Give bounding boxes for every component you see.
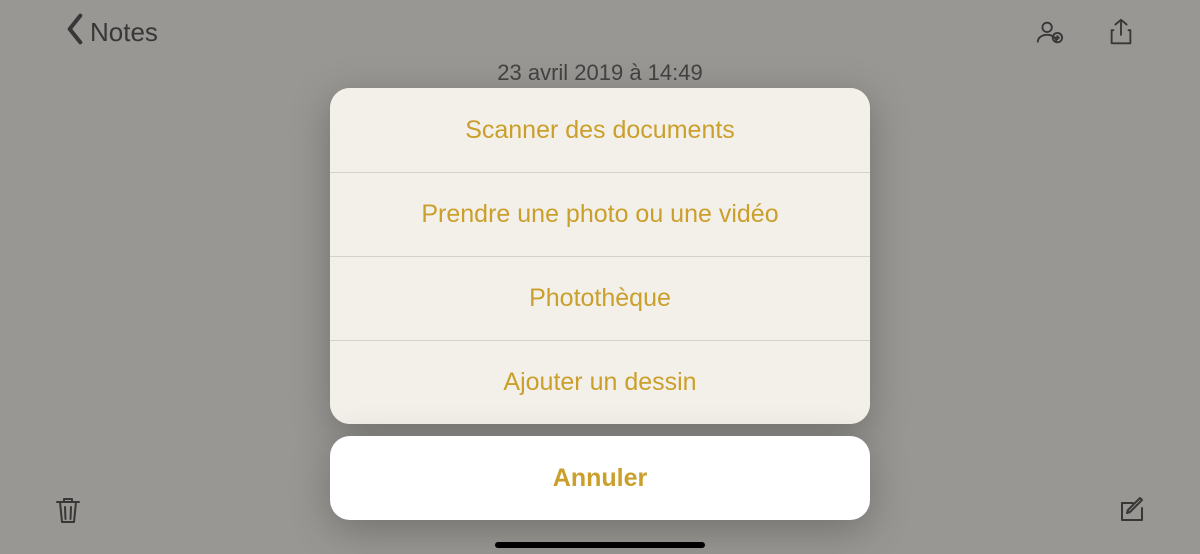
action-scan-documents[interactable]: Scanner des documents [330, 88, 870, 172]
action-take-photo-video[interactable]: Prendre une photo ou une vidéo [330, 172, 870, 256]
cancel-button[interactable]: Annuler [330, 436, 870, 520]
action-label: Scanner des documents [465, 116, 735, 145]
cancel-label: Annuler [553, 464, 647, 493]
action-label: Photothèque [529, 284, 671, 313]
action-label: Prendre une photo ou une vidéo [421, 200, 778, 229]
home-indicator[interactable] [495, 542, 705, 548]
action-sheet: Scanner des documents Prendre une photo … [330, 88, 870, 520]
action-sheet-options: Scanner des documents Prendre une photo … [330, 88, 870, 424]
action-photo-library[interactable]: Photothèque [330, 256, 870, 340]
action-add-drawing[interactable]: Ajouter un dessin [330, 340, 870, 424]
action-label: Ajouter un dessin [503, 368, 696, 397]
app-root: Notes 23 avril 2019 à [0, 0, 1200, 554]
